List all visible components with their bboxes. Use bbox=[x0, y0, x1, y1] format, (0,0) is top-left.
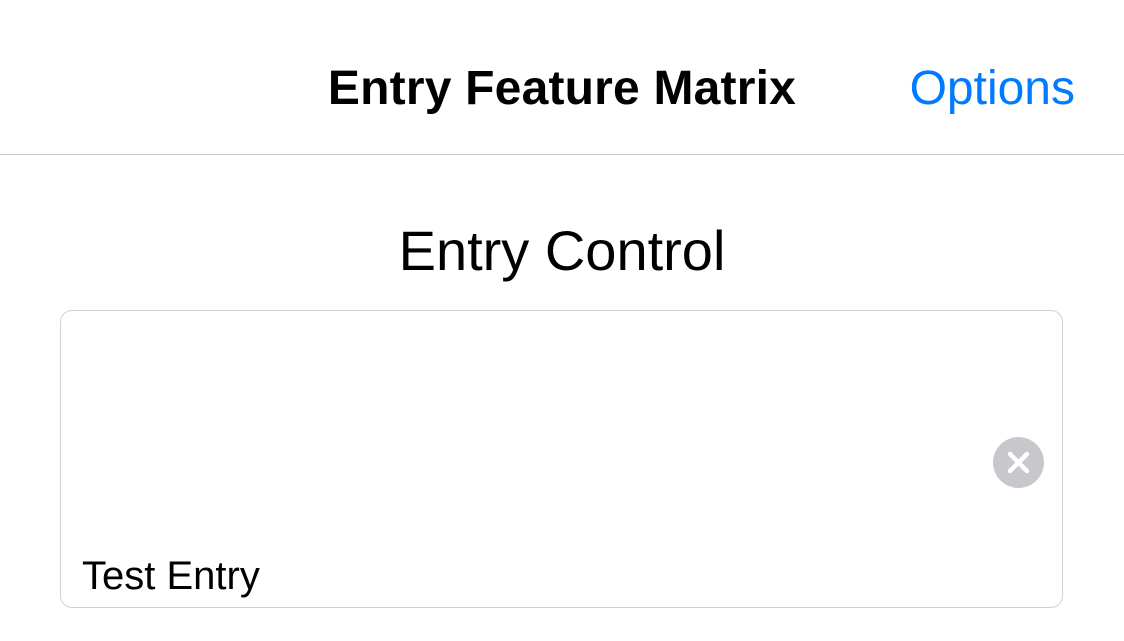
section-title: Entry Control bbox=[398, 219, 726, 282]
navigation-bar: Entry Feature Matrix Options bbox=[0, 0, 1124, 155]
clear-circle-icon bbox=[1007, 451, 1030, 474]
entry-field[interactable]: Test Entry bbox=[60, 310, 1063, 608]
entry-value: Test Entry bbox=[82, 554, 260, 598]
clear-button[interactable] bbox=[993, 437, 1044, 488]
options-button[interactable]: Options bbox=[910, 60, 1075, 118]
